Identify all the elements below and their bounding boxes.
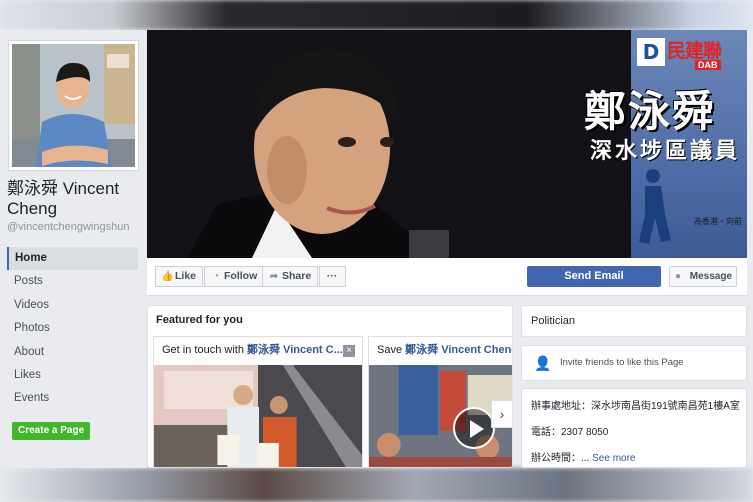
like-label: Like — [175, 270, 197, 282]
close-icon[interactable]: × — [343, 345, 355, 357]
more-options-button[interactable]: ··· — [319, 266, 346, 287]
cover-name-text: 鄭泳舜 — [584, 87, 717, 136]
dab-logo-chinese: 民建聯 — [667, 40, 722, 62]
follow-button[interactable]: ◔ Follow — [204, 266, 265, 287]
blurred-background-top — [0, 0, 753, 30]
card-heading-link[interactable]: 鄭泳舜 Vincent Cheng — [405, 344, 512, 356]
like-button[interactable]: 👍 Like — [155, 266, 204, 287]
office-phone: 電話：2307 8050 — [531, 427, 609, 438]
dab-logo: D 民建聯 DAB — [637, 36, 743, 70]
message-bubble-icon: ● — [675, 271, 682, 282]
blurred-background-bottom — [0, 468, 753, 502]
message-label: Message — [689, 271, 733, 282]
share-arrow-icon: ➦ — [269, 271, 279, 282]
card-photo-image — [154, 365, 362, 467]
nav-item-home[interactable]: Home — [7, 247, 138, 271]
message-button[interactable]: ● Message — [669, 266, 737, 287]
page-title[interactable]: 鄭泳舜 Vincent Cheng — [7, 179, 145, 219]
profile-photo-image — [12, 44, 135, 167]
nav-item-about[interactable]: About — [7, 341, 138, 364]
office-address: 辦事處地址：深水埗南昌街191號南昌苑1樓A室 — [531, 401, 740, 412]
left-sidebar: 鄭泳舜 Vincent Cheng @vincentchengwingshun … — [0, 30, 147, 468]
card-heading-prefix: Get in touch with — [162, 344, 247, 356]
share-label: Share — [282, 270, 312, 282]
nav-item-likes[interactable]: Likes — [7, 364, 138, 387]
dab-logo-letter: D — [637, 38, 665, 66]
play-video-button[interactable] — [453, 407, 495, 449]
share-button[interactable]: ➦ Share — [262, 266, 319, 287]
invite-label: Invite friends to like this Page — [560, 357, 684, 368]
featured-section: Featured for you Get in touch with 鄭泳舜 V… — [147, 305, 513, 468]
office-hours: 辦公時間：... See more — [531, 449, 737, 464]
card-heading: Save 鄭泳舜 Vincent Cheng — [369, 337, 512, 364]
see-more-link[interactable]: See more — [592, 453, 635, 464]
profile-picture[interactable] — [8, 40, 139, 171]
carousel-next-button[interactable]: › — [491, 400, 513, 428]
page-nav: Home Posts Videos Photos About Likes Eve… — [7, 247, 138, 411]
rss-icon: ◔ — [212, 271, 220, 282]
featured-title: Featured for you — [156, 314, 243, 326]
cover-portrait-image — [147, 30, 631, 258]
office-hours-prefix: 辦公時間：... — [531, 453, 593, 464]
add-person-icon: 👤 — [534, 355, 552, 371]
card-heading-link[interactable]: 鄭泳舜 Vincent C... — [247, 344, 343, 356]
page-action-bar: 👍 Like ◔ Follow ➦ Share ··· Send Email ● Me… — [147, 258, 747, 296]
card-heading: Get in touch with 鄭泳舜 Vincent C... — [154, 337, 362, 364]
nav-item-posts[interactable]: Posts — [7, 270, 138, 293]
cover-slogan-text: 為香港・向前 — [694, 217, 742, 226]
featured-card-contact[interactable]: Get in touch with 鄭泳舜 Vincent C... × — [153, 336, 363, 467]
nav-item-videos[interactable]: Videos — [7, 294, 138, 317]
dab-logo-english: DAB — [695, 60, 721, 70]
follow-label: Follow — [224, 270, 258, 282]
nav-item-photos[interactable]: Photos — [7, 317, 138, 340]
thumbs-up-icon: 👍 — [161, 271, 174, 282]
card-heading-prefix: Save — [377, 344, 406, 356]
invite-friends-row[interactable]: 👤 Invite friends to like this Page — [521, 345, 747, 381]
page-info-box: 辦事處地址：深水埗南昌街191號南昌苑1樓A室 電話：2307 8050 辦公時… — [521, 388, 747, 468]
cover-photo[interactable]: D 民建聯 DAB 鄭泳舜 深水埗區議員 為香港・向前 — [147, 30, 747, 258]
nav-item-events[interactable]: Events — [7, 387, 138, 410]
page-category[interactable]: Politician — [521, 305, 747, 337]
cover-title-text: 深水埗區議員 — [590, 138, 741, 164]
send-email-button[interactable]: Send Email — [527, 266, 661, 287]
page-username[interactable]: @vincentchengwingshun — [7, 221, 129, 233]
create-page-button[interactable]: Create a Page — [12, 422, 91, 440]
